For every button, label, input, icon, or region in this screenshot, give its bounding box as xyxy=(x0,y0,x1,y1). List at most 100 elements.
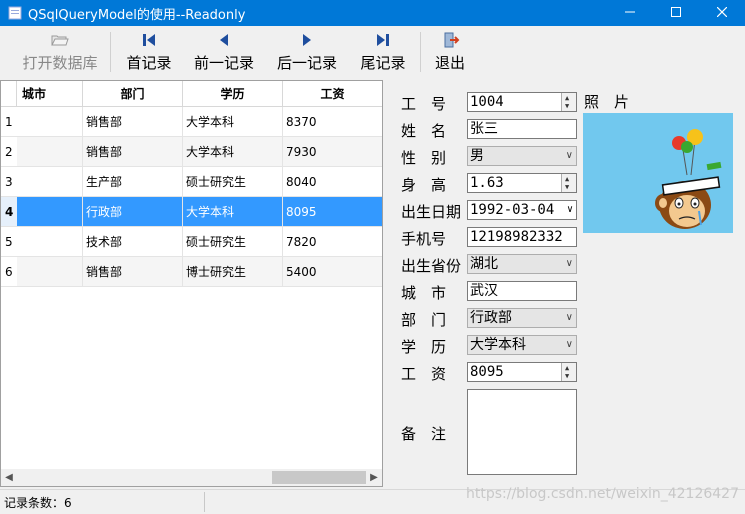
cell-city[interactable] xyxy=(17,257,83,287)
toolbar-separator xyxy=(110,32,111,72)
horizontal-scrollbar[interactable]: ◀ ▶ xyxy=(1,469,382,486)
row-header[interactable]: 2 xyxy=(1,137,17,167)
salary-spinbox[interactable]: 8095 ▲ ▼ xyxy=(467,362,577,382)
toolbar: 打开数据库 首记录 前一记录 后一记录 尾记录 退出 xyxy=(0,26,745,78)
dept-value: 行政部 xyxy=(470,310,512,326)
cell-city[interactable] xyxy=(17,227,83,257)
scrollbar-thumb[interactable] xyxy=(272,471,366,484)
exit-door-icon xyxy=(444,32,460,48)
next-record-label: 后一记录 xyxy=(276,54,337,72)
chevron-down-icon: ∨ xyxy=(565,150,573,161)
city-field[interactable]: 武汉 xyxy=(467,281,577,301)
column-header-city[interactable]: 城市 xyxy=(17,81,83,107)
cell-city[interactable] xyxy=(17,137,83,167)
column-header-salary[interactable]: 工资 xyxy=(283,81,382,107)
exit-button[interactable]: 退出 xyxy=(430,30,470,74)
spin-up-icon[interactable]: ▲ xyxy=(565,365,569,372)
label-dept: 部 门 xyxy=(401,311,447,329)
cell-salary[interactable]: 8040 xyxy=(283,167,382,197)
cell-edu[interactable]: 大学本科 xyxy=(183,137,283,167)
cell-dept[interactable]: 销售部 xyxy=(83,107,183,137)
height-value: 1.63 xyxy=(470,175,504,191)
cell-salary[interactable]: 7820 xyxy=(283,227,382,257)
id-value: 1004 xyxy=(470,94,504,110)
spin-buttons[interactable]: ▲ ▼ xyxy=(561,363,576,381)
row-header[interactable]: 3 xyxy=(1,167,17,197)
open-database-button[interactable]: 打开数据库 xyxy=(20,30,100,74)
cell-edu[interactable]: 大学本科 xyxy=(183,197,283,227)
prev-record-label: 前一记录 xyxy=(193,54,254,72)
record-count-text: 记录条数：6 xyxy=(4,496,72,510)
status-divider xyxy=(204,492,205,512)
cell-edu[interactable]: 博士研究生 xyxy=(183,257,283,287)
cell-edu[interactable]: 硕士研究生 xyxy=(183,227,283,257)
id-spinbox[interactable]: 1004 ▲ ▼ xyxy=(467,92,577,112)
memo-textedit[interactable] xyxy=(467,389,577,475)
cell-city[interactable] xyxy=(17,107,83,137)
record-form: 工 号 1004 ▲ ▼ 姓 名 张三 性 别 男 ∨ 身 高 1.63 ▲ ▼ 出… xyxy=(389,80,745,487)
arrow-left-icon xyxy=(220,34,228,46)
table-corner xyxy=(1,81,17,107)
column-header-edu[interactable]: 学历 xyxy=(183,81,283,107)
cell-city[interactable] xyxy=(17,197,83,227)
window-title: QSqlQueryModel的使用--Readonly xyxy=(28,8,246,23)
row-header[interactable]: 6 xyxy=(1,257,17,287)
next-record-button[interactable]: 后一记录 xyxy=(274,30,340,74)
minimize-icon xyxy=(625,11,635,13)
row-header[interactable]: 5 xyxy=(1,227,17,257)
height-spinbox[interactable]: 1.63 ▲ ▼ xyxy=(467,173,577,193)
records-table[interactable]: 城市 部门 学历 工资 1 销售部 大学本科 8370 2 销售部 大学本科 7… xyxy=(0,80,383,487)
spin-up-icon[interactable]: ▲ xyxy=(565,176,569,183)
cell-dept[interactable]: 销售部 xyxy=(83,137,183,167)
last-record-label: 尾记录 xyxy=(360,54,406,72)
edu-value: 大学本科 xyxy=(470,337,526,353)
label-photo: 照 片 xyxy=(584,93,630,111)
label-memo: 备 注 xyxy=(401,425,447,443)
column-header-dept[interactable]: 部门 xyxy=(83,81,183,107)
edu-combobox[interactable]: 大学本科 ∨ xyxy=(467,335,577,355)
name-field[interactable]: 张三 xyxy=(467,119,577,139)
salary-value: 8095 xyxy=(470,364,504,380)
label-city: 城 市 xyxy=(401,284,447,302)
cell-salary[interactable]: 8370 xyxy=(283,107,382,137)
gender-value: 男 xyxy=(470,148,484,164)
close-icon xyxy=(716,6,728,18)
prev-record-button[interactable]: 前一记录 xyxy=(191,30,257,74)
minimize-button[interactable] xyxy=(607,0,653,26)
cell-edu[interactable]: 大学本科 xyxy=(183,107,283,137)
close-button[interactable] xyxy=(699,0,745,26)
label-phone: 手机号 xyxy=(401,230,447,248)
label-birthday: 出生日期 xyxy=(401,203,462,221)
label-id: 工 号 xyxy=(401,95,447,113)
cell-edu[interactable]: 硕士研究生 xyxy=(183,167,283,197)
row-header-selected[interactable]: 4 xyxy=(1,197,17,227)
spin-buttons[interactable]: ▲ ▼ xyxy=(561,174,576,192)
province-combobox[interactable]: 湖北 ∨ xyxy=(467,254,577,274)
cell-dept[interactable]: 生产部 xyxy=(83,167,183,197)
spin-buttons[interactable]: ▲ ▼ xyxy=(561,93,576,111)
maximize-icon xyxy=(671,7,681,17)
row-header[interactable]: 1 xyxy=(1,107,17,137)
scroll-left-icon[interactable]: ◀ xyxy=(1,469,17,486)
phone-field[interactable]: 12198982332 xyxy=(467,227,577,247)
spin-down-icon[interactable]: ▼ xyxy=(565,184,569,191)
cell-dept[interactable]: 销售部 xyxy=(83,257,183,287)
birthday-dateedit[interactable]: 1992-03-04 ∨ xyxy=(467,200,577,220)
maximize-button[interactable] xyxy=(653,0,699,26)
scroll-right-icon[interactable]: ▶ xyxy=(366,469,382,486)
cell-city[interactable] xyxy=(17,167,83,197)
cell-dept[interactable]: 技术部 xyxy=(83,227,183,257)
gender-combobox[interactable]: 男 ∨ xyxy=(467,146,577,166)
spin-down-icon[interactable]: ▼ xyxy=(565,103,569,110)
cell-salary[interactable]: 5400 xyxy=(283,257,382,287)
cell-salary[interactable]: 7930 xyxy=(283,137,382,167)
spin-down-icon[interactable]: ▼ xyxy=(565,373,569,380)
first-record-button[interactable]: 首记录 xyxy=(123,30,175,74)
cell-salary[interactable]: 8095 xyxy=(283,197,382,227)
label-province: 出生省份 xyxy=(401,257,462,275)
last-record-button[interactable]: 尾记录 xyxy=(357,30,409,74)
chevron-down-icon: ∨ xyxy=(565,258,573,269)
dept-combobox[interactable]: 行政部 ∨ xyxy=(467,308,577,328)
cell-dept[interactable]: 行政部 xyxy=(83,197,183,227)
spin-up-icon[interactable]: ▲ xyxy=(565,95,569,102)
